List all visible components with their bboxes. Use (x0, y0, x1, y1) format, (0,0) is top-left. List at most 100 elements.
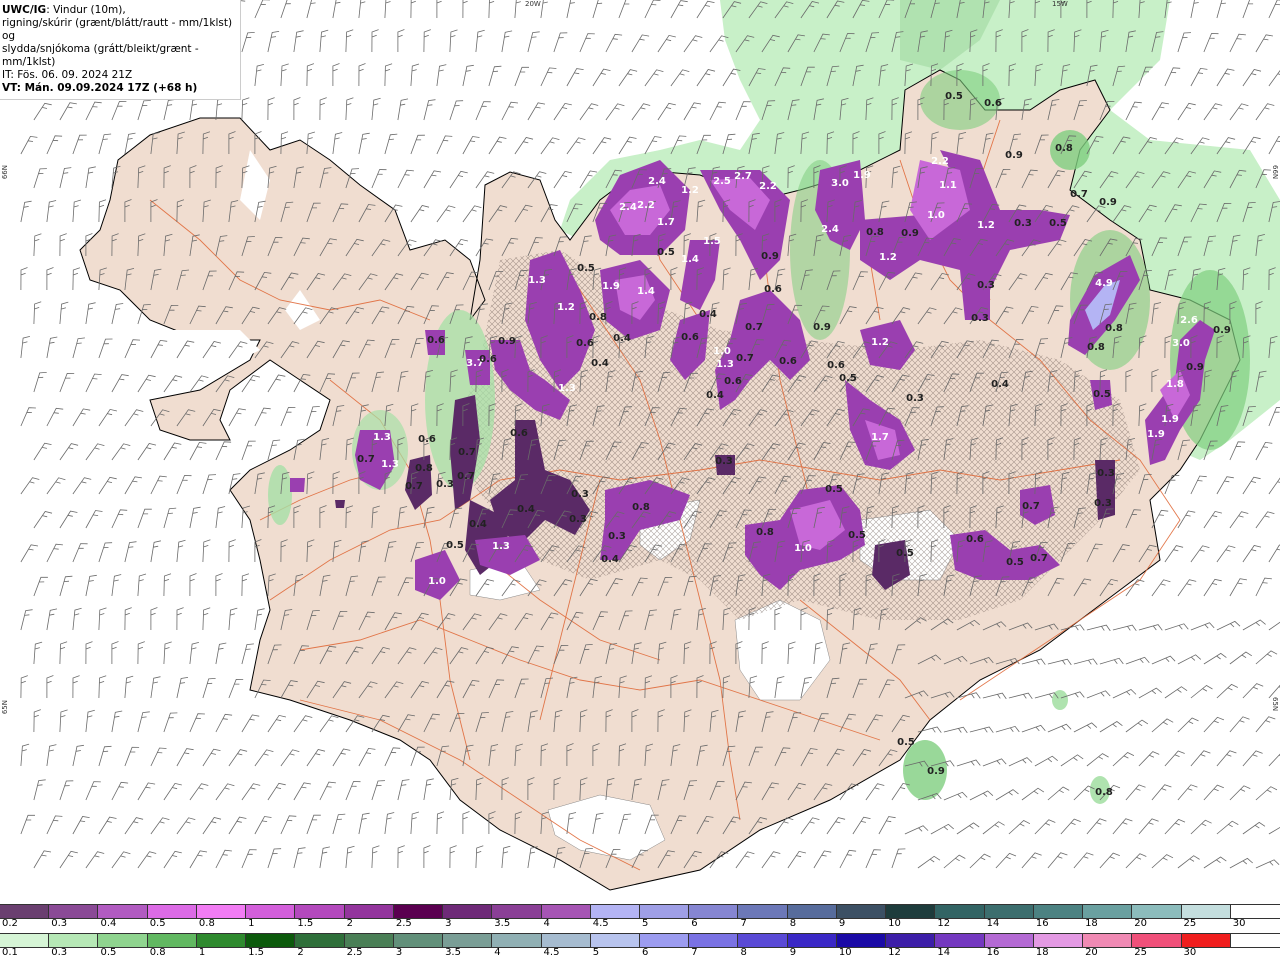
wind-barb (267, 848, 282, 869)
wind-barb (241, 440, 256, 461)
wind-barb (1021, 787, 1045, 801)
wind-barb (1203, 716, 1225, 733)
wind-barb (33, 709, 41, 733)
wind-barb (20, 544, 39, 563)
wind-barb (540, 137, 560, 155)
wind-barb (72, 408, 91, 427)
wind-barb (280, 749, 300, 767)
precip-value-label: 1.2 (557, 302, 575, 313)
wind-barb (423, 99, 436, 121)
wind-barb (33, 372, 47, 393)
wind-barb (254, 816, 272, 835)
wind-barb (982, 758, 1007, 767)
wind-barb (501, 845, 511, 869)
wind-barb (59, 233, 67, 257)
wind-barb (462, 205, 482, 223)
wind-barb (969, 726, 994, 733)
wind-barb (111, 641, 119, 664)
precip-value-label: 0.3 (977, 280, 995, 291)
wind-barb (852, 816, 871, 835)
wind-barb (501, 101, 519, 121)
precip-value-label: 0.5 (839, 373, 857, 384)
precip-value-label: 0.7 (405, 481, 423, 492)
precip-value-label: 1.3 (716, 359, 734, 370)
wind-barb (1190, 67, 1208, 87)
precip-value-label: 0.5 (1049, 218, 1067, 229)
wind-barb (1203, 33, 1219, 53)
wind-barb (1229, 857, 1253, 869)
precip-value-label: 1.7 (871, 432, 889, 443)
wind-barb (904, 825, 929, 835)
wind-barb (20, 743, 30, 767)
wind-barb (176, 607, 184, 631)
wind-barb (488, 0, 495, 19)
wind-barb (1177, 784, 1198, 801)
wind-barb (241, 97, 250, 121)
weather-map[interactable]: 2.4 1.2 2.5 2.7 2.2 3.0 1.9 0.9 2.2 1.1 2.4 2.2 1.7 1… (0, 0, 1280, 900)
legend-swatch (246, 905, 296, 918)
wind-barb (319, 97, 327, 121)
precip-value-label: 0.9 (1005, 150, 1023, 161)
wind-barb (397, 779, 410, 801)
wind-barb (85, 851, 105, 869)
wind-barb (1086, 624, 1111, 632)
precip-value-label: 0.4 (517, 504, 535, 515)
legend-swatch (1132, 905, 1182, 918)
info-line-5: VT: Mán. 09.09.2024 17Z (+68 h) (2, 82, 198, 94)
wind-barb (501, 30, 513, 53)
wind-barb (683, 35, 703, 53)
wind-barb (111, 443, 131, 461)
wind-barb (1086, 818, 1107, 835)
wind-barb (1268, 136, 1280, 155)
precip-value-label: 0.8 (632, 502, 650, 513)
wind-barb (1047, 786, 1070, 801)
legend-label: 4 (543, 918, 550, 929)
wind-barb (423, 845, 431, 868)
graticule-15w: 15W (1052, 0, 1068, 8)
legend-label: 14 (986, 918, 1000, 929)
wind-barb (1229, 578, 1247, 597)
wind-barb (462, 64, 474, 87)
wind-barb (189, 783, 209, 801)
legend-label: 10 (888, 918, 901, 929)
wind-barb (1177, 717, 1199, 733)
wind-barb (1268, 684, 1280, 699)
info-line-3: slydda/snjókoma (grátt/bleikt/grænt - mm… (2, 43, 199, 68)
wind-barb (111, 851, 131, 869)
wind-barb (85, 641, 93, 665)
legend-label: 5 (642, 918, 649, 929)
wind-barb (1216, 750, 1237, 767)
wind-barb (72, 199, 82, 223)
wind-barb (436, 135, 453, 155)
wind-barb (33, 233, 42, 257)
precip-value-label: 0.9 (1186, 362, 1204, 373)
wind-barb (956, 822, 980, 835)
wind-barb (33, 641, 43, 665)
legend-swatch (935, 905, 985, 918)
wind-barb (410, 811, 420, 835)
wind-barb (98, 476, 117, 495)
legend-label: 5 (592, 947, 600, 958)
legend-swatch (738, 934, 788, 947)
wind-barb (137, 782, 156, 801)
precip-value-label: 0.5 (848, 530, 866, 541)
precip-value-label: 3.0 (831, 178, 849, 189)
precip-value-label: 0.7 (458, 447, 476, 458)
wind-barb (176, 677, 189, 699)
wind-barb (163, 442, 182, 461)
wind-barb (150, 676, 161, 699)
wind-barb (72, 744, 84, 767)
wind-barb (332, 0, 341, 19)
precip-value-label: 0.9 (901, 228, 919, 239)
precip-value-label: 0.4 (699, 309, 717, 320)
wind-barb (1151, 102, 1169, 121)
wind-barb (215, 783, 235, 801)
precip-value-label: 0.5 (577, 263, 595, 274)
legend-swatch (98, 905, 148, 918)
legend-label: 2 (297, 947, 304, 958)
wind-barb (124, 817, 144, 835)
wind-barb (579, 33, 595, 53)
precip-value-label: 0.7 (745, 322, 763, 333)
wind-barb (514, 137, 534, 155)
wind-barb (72, 607, 82, 631)
